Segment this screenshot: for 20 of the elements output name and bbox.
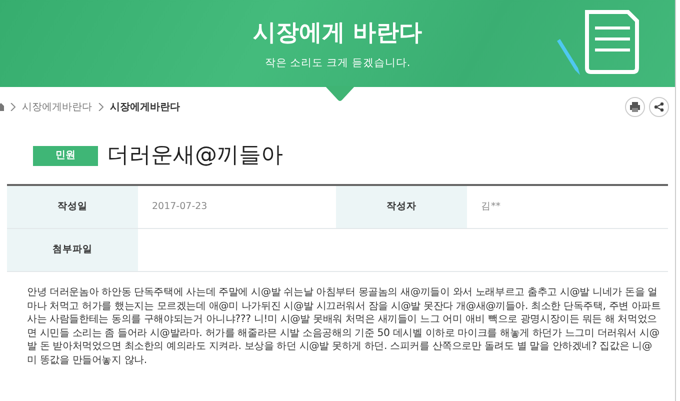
share-icon [654,102,664,112]
breadcrumb-link[interactable]: 시장에게바란다 [110,100,180,114]
chevron-icon [10,103,16,111]
field-value: 김** [480,200,502,214]
print-button[interactable] [625,97,645,117]
field-value: 2017-07-23 [151,200,208,214]
pointer-notch [325,86,355,102]
field-label: 작성일 [7,186,138,228]
printer-icon [630,102,640,112]
post-body: 안녕 더러운놈아 하안동 단독주택에 사는데 주말에 시@발 쉬는날 아침부터 몽골놈의 새@끼들이 와서 노래부르고 춤추고 시@발 니네가 돈을 얼마나 처먹고 허가를 했는지는 모르겠는데 애@미 나가뒤진 시@발 시끄러워서 잠을 시@발 못잔다 개@새@끼들아. 최소한 단독주택, 주변 아파트 사는 사람들한테는 동의를 구해야되는거 아니냐??? 니!미 시@발 못배워 처먹은 새끼들이 느그 어미 애비 빽으로 광명시장이든 뭐든 해 처먹었으면 시민들 소리는 좀 들어라 시@발라마. 허가를 해줄라믄 시발 소음공해의 기준 50 데시벨 이하로 마이크를 해놓게 하던가 느그미 더러워서 시@발 돈 받아처먹었으면 최소한의 예의라도 지켜라. 보상을 하던 시@발 못하게 하던. 스피커를 산쪽으로만 돌려도 별 말을 안하겠네? 집값은 니@미 똥값을 만들어놓지 않나. [26,286,662,368]
chevron-icon [98,103,104,111]
page-subtitle: 작은 소리도 크게 듣겠습니다. [264,56,412,71]
category-badge: 민원 [33,146,98,166]
field-label: 작성자 [336,186,467,228]
post-title: 더러운새@끼들아 [107,142,283,170]
field-label: 첨부파일 [7,229,138,271]
home-icon[interactable] [0,103,4,111]
page-title: 시장에게 바란다 [252,20,423,48]
share-button[interactable] [649,97,669,117]
breadcrumb-link[interactable]: 시장에게바란다 [22,100,92,114]
